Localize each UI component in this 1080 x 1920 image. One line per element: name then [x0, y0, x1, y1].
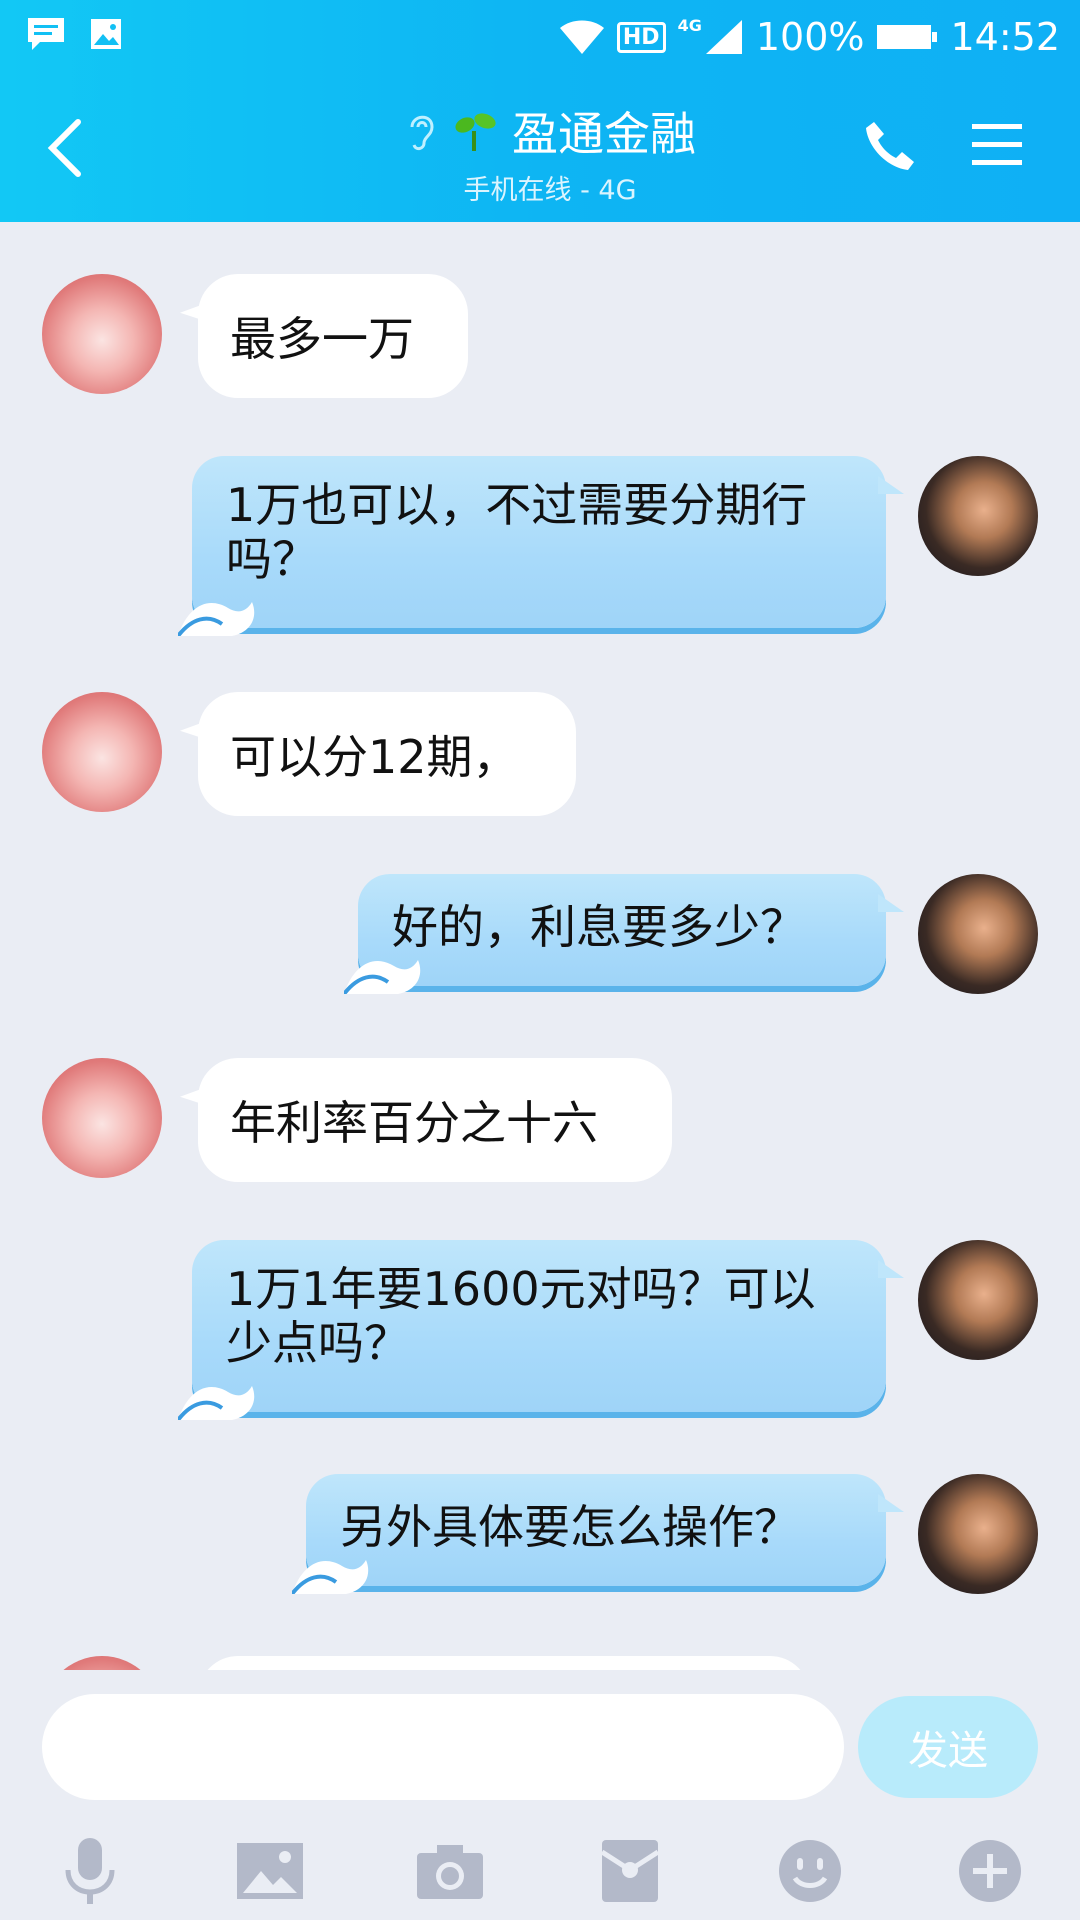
- my-avatar[interactable]: [918, 1474, 1038, 1594]
- battery-percent: 100%: [755, 15, 865, 59]
- incoming-message[interactable]: 年利率百分之十六: [198, 1058, 672, 1182]
- outgoing-message[interactable]: 好的，利息要多少？: [344, 874, 904, 994]
- wave-decoration-icon: [178, 602, 255, 636]
- voice-button[interactable]: [54, 1836, 126, 1906]
- message-text: 1万1年要1600元对吗？可以少点吗？: [226, 1262, 816, 1370]
- incoming-message[interactable]: 可以分12期，: [198, 692, 576, 816]
- message-notification-icon: [28, 18, 64, 50]
- wifi-icon: [559, 20, 604, 54]
- message-text: 另外具体要怎么操作？: [340, 1500, 800, 1554]
- message-input[interactable]: [42, 1694, 844, 1800]
- my-avatar[interactable]: [918, 456, 1038, 576]
- ear-icon: [410, 115, 434, 151]
- call-button[interactable]: [862, 118, 918, 174]
- chevron-left-icon: [47, 119, 81, 177]
- outgoing-message[interactable]: 1万也可以，不过需要分期行吗？: [178, 456, 904, 636]
- composer-area: 发送: [0, 1670, 1080, 1920]
- sprout-icon: [455, 113, 496, 151]
- phone-icon: [866, 122, 914, 170]
- hd-badge: HD: [616, 21, 666, 53]
- wave-decoration-icon: [292, 1560, 369, 1594]
- message-list[interactable]: 最多一万 1万也可以，不过需要分期行吗？ 可以分12期， 好的，利息要多少？ 年…: [0, 222, 1080, 1670]
- contact-avatar[interactable]: [42, 692, 162, 812]
- message-text: 好的，利息要多少？: [392, 900, 806, 954]
- contact-status: 手机在线 - 4G: [463, 175, 637, 206]
- title-bar: HD 4G 100% 14:52 盈通金融 手机在线 - 4G: [0, 0, 1080, 222]
- input-toolbar: [0, 1820, 1080, 1920]
- image-icon: [237, 1843, 303, 1899]
- menu-button[interactable]: [970, 120, 1024, 170]
- contact-avatar[interactable]: [42, 1656, 162, 1670]
- emoji-button[interactable]: [774, 1836, 846, 1906]
- more-button[interactable]: [954, 1836, 1026, 1906]
- wave-decoration-icon: [178, 1386, 255, 1420]
- status-bar: HD 4G 100% 14:52: [0, 0, 1080, 72]
- red-packet-button[interactable]: [594, 1836, 666, 1906]
- contact-avatar[interactable]: [42, 1058, 162, 1178]
- chat-title-area[interactable]: 盈通金融 手机在线 - 4G: [310, 98, 790, 208]
- emoji-icon: [779, 1840, 841, 1902]
- outgoing-message[interactable]: 另外具体要怎么操作？: [292, 1474, 904, 1594]
- message-text: 最多一万: [230, 312, 414, 366]
- mic-icon: [65, 1838, 115, 1904]
- my-avatar[interactable]: [918, 874, 1038, 994]
- contact-name: 盈通金融: [512, 107, 696, 161]
- send-button-label: 发送: [908, 1728, 988, 1774]
- my-avatar[interactable]: [918, 1240, 1038, 1360]
- back-button[interactable]: [44, 118, 90, 178]
- send-button[interactable]: 发送: [858, 1696, 1038, 1798]
- message-text: 年利率百分之十六: [230, 1096, 598, 1150]
- incoming-message-partial[interactable]: [198, 1656, 810, 1670]
- message-text: 1万也可以，不过需要分期行吗？: [226, 478, 808, 586]
- camera-button[interactable]: [414, 1836, 486, 1906]
- wave-decoration-icon: [344, 960, 421, 994]
- clock: 14:52: [950, 15, 1060, 59]
- battery-icon: [877, 25, 938, 49]
- message-text: 可以分12期，: [230, 730, 519, 784]
- plus-icon: [959, 1840, 1021, 1902]
- gallery-notification-icon: [91, 19, 122, 49]
- incoming-message[interactable]: 最多一万: [198, 274, 468, 398]
- contact-avatar[interactable]: [42, 274, 162, 394]
- network-type-label: 4G: [677, 15, 702, 35]
- red-packet-icon: [600, 1840, 660, 1902]
- signal-icon: [705, 20, 742, 54]
- hamburger-menu-icon: [972, 124, 1022, 165]
- image-button[interactable]: [234, 1836, 306, 1906]
- camera-icon: [417, 1845, 483, 1899]
- outgoing-message[interactable]: 1万1年要1600元对吗？可以少点吗？: [178, 1240, 904, 1420]
